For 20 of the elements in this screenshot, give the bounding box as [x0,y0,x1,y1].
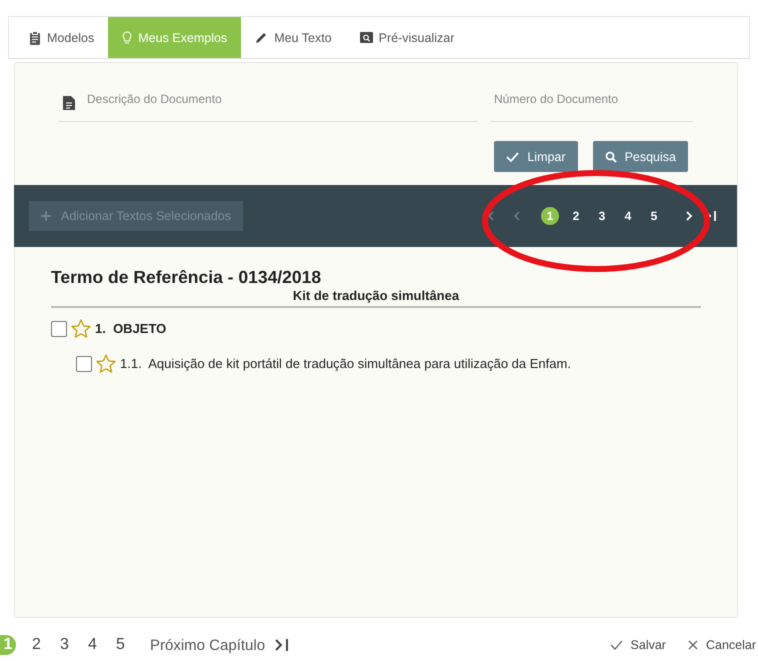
document-title: Termo de Referência - 0134/2018 [51,267,322,288]
tab[interactable]: Pré-visualizar [346,17,468,58]
page-button[interactable]: 4 [84,635,101,655]
item-label: 1. OBJETO [95,321,166,336]
clear-button[interactable]: Limpar [494,141,578,172]
page-button[interactable]: 4 [619,207,637,225]
cancel-button[interactable]: Cancelar [688,638,756,652]
document-subtitle: Kit de tradução simultânea [51,288,701,308]
page-button[interactable]: 3 [56,635,73,655]
item-label: 1.1. Aquisição de kit portátil de tradução simultânea para utilização da Enfam. [120,356,571,371]
tab[interactable]: Meu Texto [241,17,346,58]
tab[interactable]: Modelos [15,17,108,58]
page-button[interactable]: 2 [567,207,585,225]
search-button[interactable]: Pesquisa [592,141,688,172]
page-button[interactable]: 5 [112,635,129,655]
page-button[interactable]: 3 [593,207,611,225]
page-button[interactable]: 5 [645,207,663,225]
page-button[interactable]: 2 [28,635,45,655]
next-chapter-button[interactable]: Próximo Capítulo [150,636,290,654]
save-button[interactable]: Salvar [610,638,666,652]
